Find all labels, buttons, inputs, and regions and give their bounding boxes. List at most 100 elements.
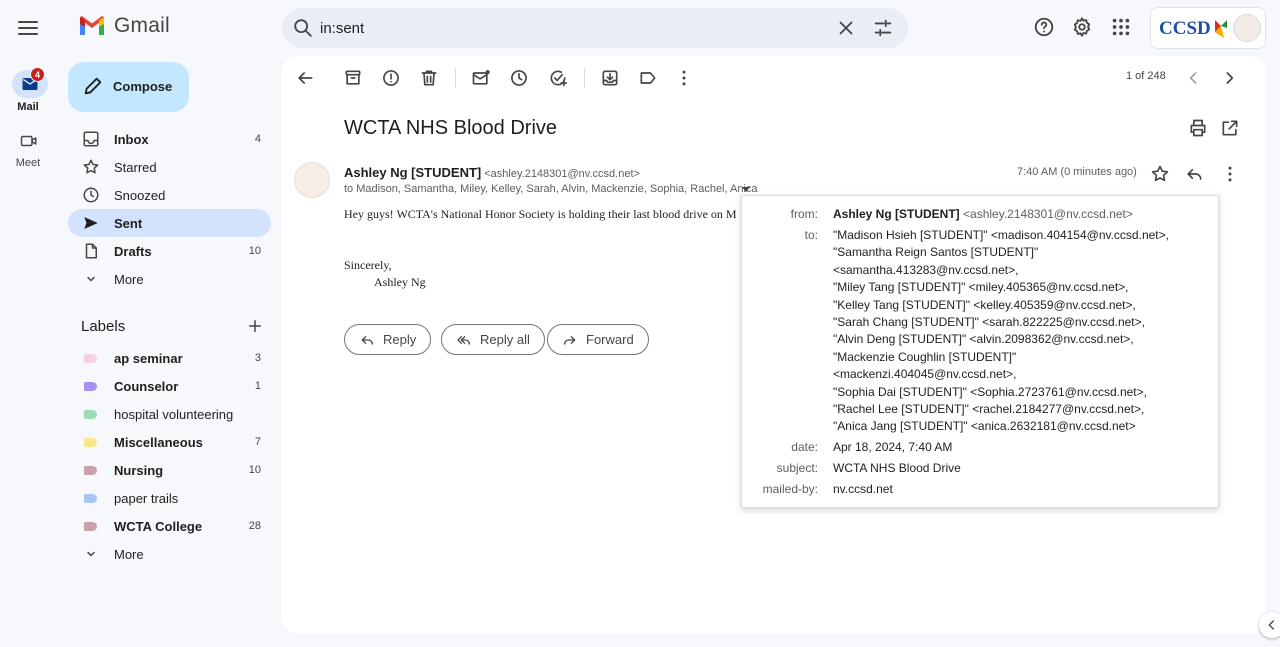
label-tag-icon	[84, 494, 97, 503]
details-recipient-line: "Rachel Lee [STUDENT]" <rachel.2184277@n…	[833, 402, 1145, 416]
forward-button[interactable]: Forward	[547, 324, 649, 355]
rail-mail-label[interactable]: Mail	[8, 101, 48, 113]
email-signature: Ashley Ng	[374, 275, 426, 289]
unread-badge: 4	[30, 67, 45, 82]
details-from-key: from:	[790, 207, 818, 221]
label-count: 28	[248, 520, 261, 532]
label-icon[interactable]	[638, 68, 658, 88]
avatar[interactable]	[1233, 14, 1261, 42]
nav-item-snoozed[interactable]: Snoozed	[68, 181, 271, 209]
label-name: paper trails	[114, 491, 179, 506]
move-to-icon[interactable]	[600, 68, 620, 88]
video-camera-icon[interactable]	[20, 133, 38, 149]
nav-label-drafts: Drafts	[114, 244, 152, 259]
sender-avatar[interactable]	[294, 162, 330, 198]
details-recipient-line: "Mackenzie Coughlin [STUDENT]"	[833, 349, 1017, 364]
nav-item-starred[interactable]: Starred	[68, 153, 271, 181]
label-count: 3	[254, 352, 261, 364]
label-name: hospital volunteering	[114, 407, 234, 422]
chevron-down-icon	[82, 270, 100, 288]
nav-item-more[interactable]: More	[68, 265, 271, 293]
reply-all-button[interactable]: Reply all	[441, 324, 545, 355]
pencil-icon	[82, 75, 104, 97]
help-icon[interactable]	[1033, 16, 1055, 38]
details-date: Apr 18, 2024, 7:40 AM	[833, 440, 953, 454]
plus-icon[interactable]	[246, 317, 264, 335]
trash-icon[interactable]	[419, 68, 439, 88]
label-item[interactable]: Miscellaneous 7	[68, 428, 271, 456]
details-recipient-line: <mackenzi.404045@nv.ccsd.net>,	[833, 367, 1017, 382]
labels-heading: Labels	[81, 318, 126, 335]
send-icon	[82, 214, 100, 232]
gmail-logo[interactable]: Gmail	[78, 14, 170, 38]
label-tag-icon	[84, 466, 97, 475]
label-count: 10	[248, 464, 261, 476]
details-to-key: to:	[804, 228, 818, 242]
archive-icon[interactable]	[343, 68, 363, 88]
label-item[interactable]: Nursing 10	[68, 456, 271, 484]
nav-item-inbox[interactable]: Inbox 4	[68, 125, 271, 153]
label-item[interactable]: Counselor 1	[68, 372, 271, 400]
label-item[interactable]: paper trails	[68, 484, 271, 512]
chevron-right-icon[interactable]	[1219, 68, 1239, 88]
rail-meet-label[interactable]: Meet	[8, 157, 48, 169]
print-icon[interactable]	[1188, 118, 1208, 138]
message-time: 7:40 AM (0 minutes ago)	[1017, 166, 1137, 178]
account-button[interactable]: CCSD	[1150, 7, 1266, 49]
details-recipient-line: "Sarah Chang [STUDENT]" <sarah.822225@nv…	[833, 315, 1145, 329]
gmail-m-icon	[80, 16, 104, 35]
details-recipient-line: "Kelley Tang [STUDENT]" <kelley.405359@n…	[833, 297, 1136, 312]
nav-item-sent[interactable]: Sent	[68, 209, 271, 237]
search-bar[interactable]: in:sent	[282, 8, 908, 48]
apps-grid-icon[interactable]	[1110, 16, 1132, 38]
label-tag-icon	[84, 382, 97, 391]
main-menu-button[interactable]	[16, 16, 40, 40]
more-vert-icon[interactable]	[1220, 164, 1240, 184]
label-item[interactable]: ap seminar 3	[68, 344, 271, 372]
label-tag-icon	[84, 354, 97, 363]
details-from-name: Ashley Ng [STUDENT]	[833, 207, 960, 221]
label-item[interactable]: WCTA College 28	[68, 512, 271, 540]
label-item[interactable]: hospital volunteering	[68, 400, 271, 428]
compose-button[interactable]: Compose	[68, 62, 189, 112]
details-recipient-line: "Samantha Reign Santos [STUDENT]"	[833, 245, 1039, 260]
label-tag-icon	[84, 522, 97, 531]
gear-icon[interactable]	[1071, 16, 1093, 38]
close-icon[interactable]	[835, 17, 857, 39]
back-arrow-icon[interactable]	[295, 68, 315, 88]
label-tag-icon	[84, 410, 97, 419]
toolbar-divider	[455, 68, 456, 88]
nav-count-drafts: 10	[248, 245, 261, 257]
label-count: 7	[254, 436, 261, 448]
recipients-line: to Madison, Samantha, Miley, Kelley, Sar…	[344, 183, 758, 195]
reply-button-label: Reply	[383, 332, 417, 347]
report-spam-icon[interactable]	[381, 68, 401, 88]
star-icon	[82, 158, 100, 176]
search-icon[interactable]	[292, 17, 314, 39]
snooze-clock-icon[interactable]	[509, 68, 529, 88]
reply-icon[interactable]	[1184, 164, 1204, 184]
mark-unread-icon[interactable]	[471, 68, 491, 88]
details-subject: WCTA NHS Blood Drive	[833, 461, 961, 475]
search-input[interactable]: in:sent	[320, 20, 364, 37]
caret-down-icon[interactable]	[741, 187, 751, 193]
nav-item-drafts[interactable]: Drafts 10	[68, 237, 271, 265]
star-icon[interactable]	[1150, 164, 1170, 184]
tune-icon[interactable]	[872, 17, 894, 39]
details-subject-key: subject:	[776, 461, 818, 475]
pagination-text: 1 of 248	[1126, 70, 1166, 82]
side-panel-toggle[interactable]	[1259, 612, 1280, 638]
add-task-icon[interactable]	[548, 68, 568, 88]
details-recipient-line: <samantha.413283@nv.ccsd.net>,	[833, 262, 1019, 277]
email-closing: Sincerely,	[344, 258, 392, 272]
chevron-left-icon[interactable]	[1184, 68, 1204, 88]
labels-more-label: More	[114, 547, 144, 562]
org-logo-mark	[1215, 20, 1227, 38]
more-vert-icon[interactable]	[674, 68, 694, 88]
nav-label-sent: Sent	[114, 216, 143, 231]
open-in-new-icon[interactable]	[1220, 118, 1240, 138]
reply-button[interactable]: Reply	[344, 324, 432, 355]
label-name: WCTA College	[114, 519, 203, 534]
labels-more[interactable]: More	[68, 540, 271, 568]
org-logo: CCSD	[1159, 18, 1211, 39]
